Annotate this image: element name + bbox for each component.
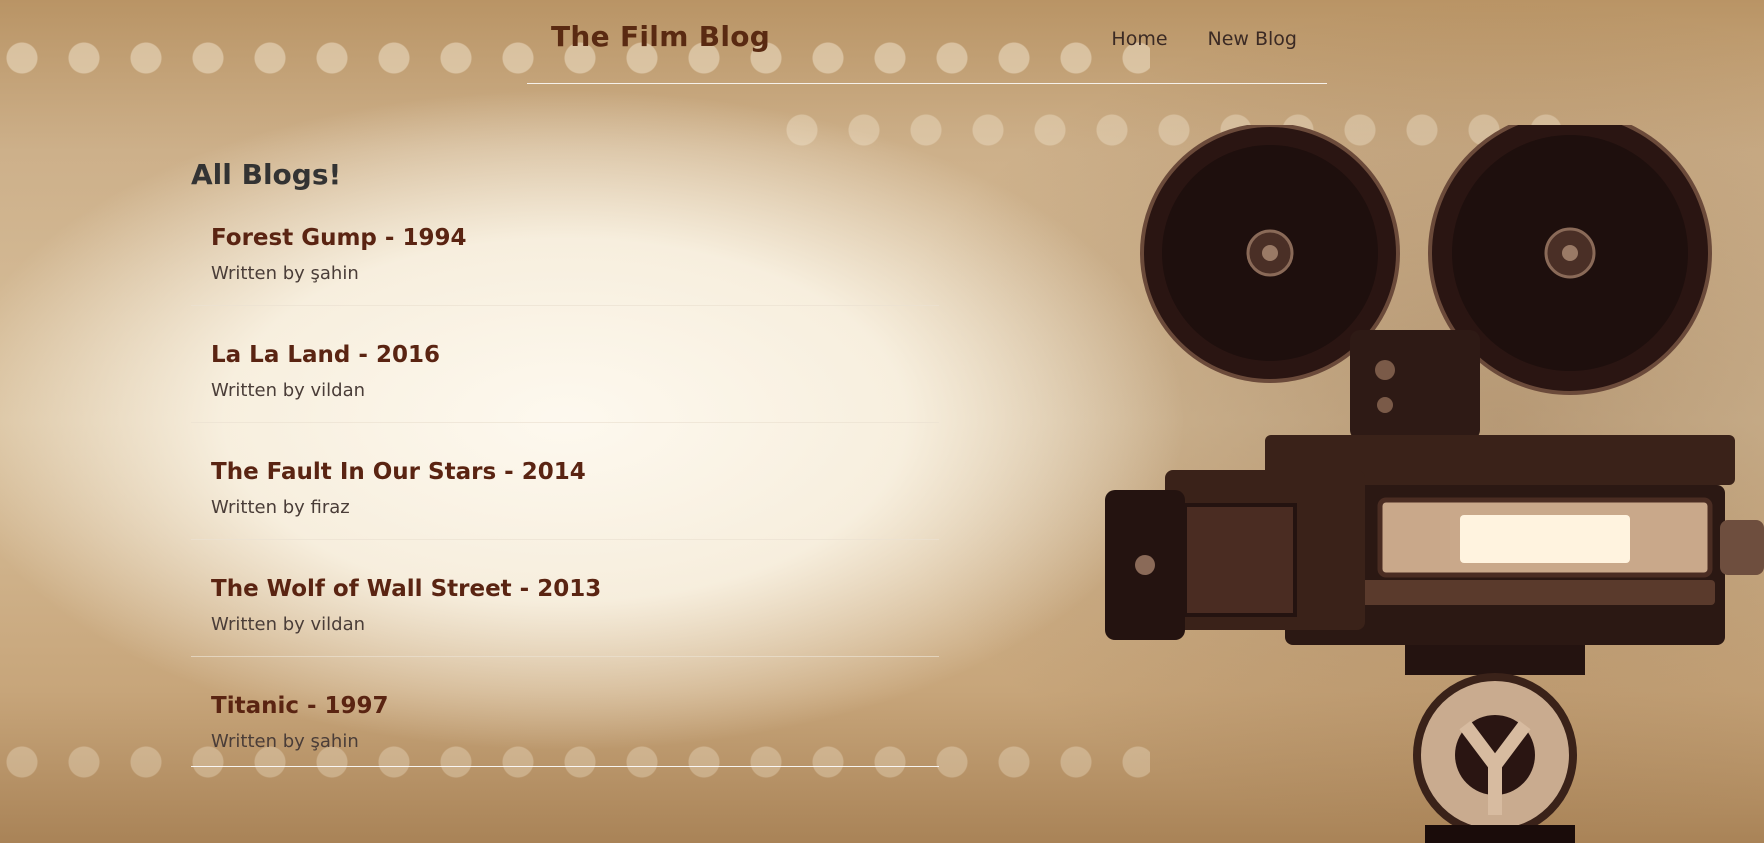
page-title: All Blogs! bbox=[191, 158, 342, 191]
site-brand[interactable]: The Film Blog bbox=[551, 20, 770, 53]
blog-preview[interactable]: Forest Gump - 1994 Written by şahin bbox=[191, 215, 939, 306]
vintage-film-camera-icon bbox=[1105, 125, 1764, 843]
navbar: The Film Blog Home New Blog bbox=[527, 0, 1327, 84]
nav-links: Home New Blog bbox=[1111, 28, 1297, 50]
blog-title[interactable]: The Wolf of Wall Street - 2013 bbox=[211, 576, 919, 602]
nav-link-new-blog[interactable]: New Blog bbox=[1208, 28, 1297, 50]
blog-list: Forest Gump - 1994 Written by şahin La L… bbox=[191, 215, 939, 767]
blog-title[interactable]: Forest Gump - 1994 bbox=[211, 225, 919, 251]
blog-preview[interactable]: The Fault In Our Stars - 2014 Written by… bbox=[191, 449, 939, 540]
blog-title[interactable]: Titanic - 1997 bbox=[211, 693, 919, 719]
blog-author: Written by vildan bbox=[211, 614, 366, 635]
blog-list-section: All Blogs! Forest Gump - 1994 Written by… bbox=[191, 158, 939, 767]
blog-author: Written by vildan bbox=[211, 380, 366, 401]
nav-link-home[interactable]: Home bbox=[1111, 28, 1167, 50]
blog-preview[interactable]: The Wolf of Wall Street - 2013 Written b… bbox=[191, 566, 939, 657]
blog-preview[interactable]: La La Land - 2016 Written by vildan bbox=[191, 332, 939, 423]
blog-author: Written by şahin bbox=[211, 263, 359, 284]
blog-title[interactable]: The Fault In Our Stars - 2014 bbox=[211, 459, 919, 485]
blog-author: Written by şahin bbox=[211, 731, 359, 752]
blog-title[interactable]: La La Land - 2016 bbox=[211, 342, 919, 368]
blog-preview[interactable]: Titanic - 1997 Written by şahin bbox=[191, 683, 939, 767]
blog-author: Written by firaz bbox=[211, 497, 350, 518]
